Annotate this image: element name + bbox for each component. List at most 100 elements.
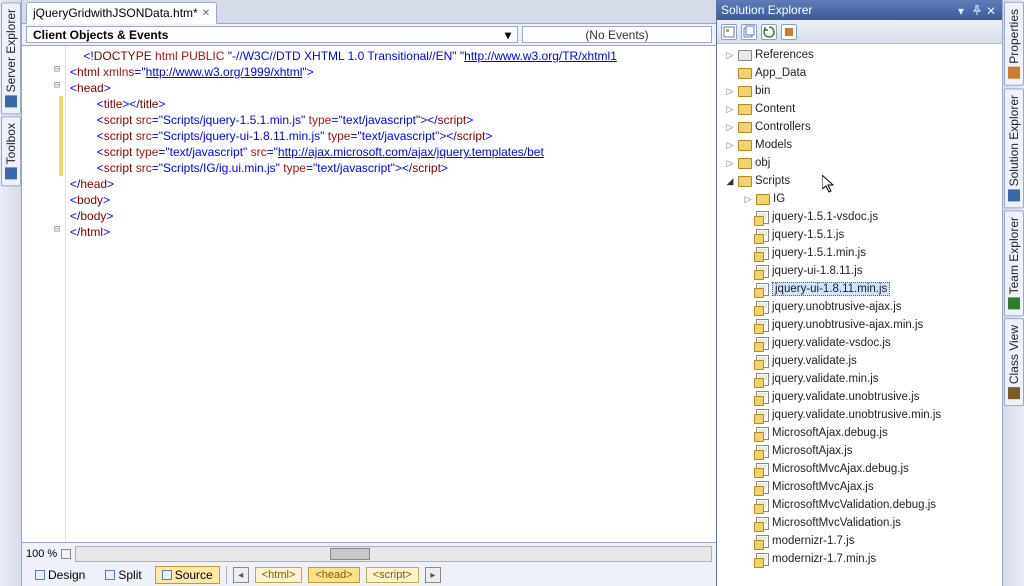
tree-file-item[interactable]: jquery.validate.unobtrusive.js	[717, 388, 1002, 406]
scrollbar-thumb[interactable]	[330, 548, 370, 560]
toolbox-icon	[5, 168, 17, 180]
tree-file-item[interactable]: MicrosoftMvcAjax.debug.js	[717, 460, 1002, 478]
team-explorer-tab[interactable]: Team Explorer	[1004, 210, 1024, 316]
tree-file-item[interactable]: jquery-ui-1.8.11.js	[717, 262, 1002, 280]
objects-dropdown[interactable]: Client Objects & Events▾	[26, 26, 518, 43]
document-tab[interactable]: jQueryGridwithJSONData.htm* ✕	[26, 2, 217, 24]
tree-item-label: Scripts	[755, 175, 790, 187]
horizontal-scrollbar[interactable]	[75, 546, 712, 562]
panel-menu-icon[interactable]: ▾	[958, 4, 970, 16]
tree-file-item[interactable]: jquery.unobtrusive-ajax.min.js	[717, 316, 1002, 334]
zoom-level[interactable]: 100 %	[26, 548, 57, 560]
folder-icon	[738, 86, 752, 97]
tree-file-item[interactable]: jquery-1.5.1.min.js	[717, 244, 1002, 262]
tree-item-label: MicrosoftMvcValidation.js	[772, 517, 901, 529]
tree-file-item[interactable]: jquery.validate.js	[717, 352, 1002, 370]
view-code-button[interactable]	[781, 24, 797, 40]
tree-file-item[interactable]: jquery.unobtrusive-ajax.js	[717, 298, 1002, 316]
solution-explorer-panel: Solution Explorer ▾ ✕ ▷ReferencesApp_Dat…	[716, 0, 1002, 586]
js-file-icon	[756, 409, 769, 422]
tree-file-item[interactable]: modernizr-1.7.min.js	[717, 550, 1002, 568]
tree-file-item[interactable]: jquery-1.5.1.js	[717, 226, 1002, 244]
divider	[226, 566, 227, 584]
breadcrumb-html[interactable]: <html>	[255, 567, 303, 583]
design-view-button[interactable]: Design	[28, 566, 92, 584]
expand-arrow-icon[interactable]: ▷	[743, 194, 753, 205]
expand-arrow-icon[interactable]: ▷	[725, 158, 735, 169]
breadcrumb-script[interactable]: <script>	[366, 567, 419, 583]
tree-folder-item[interactable]: ▷Controllers	[717, 118, 1002, 136]
tree-folder-item[interactable]: App_Data	[717, 64, 1002, 82]
expand-arrow-icon[interactable]: ▷	[725, 104, 735, 115]
expand-arrow-icon[interactable]: ▷	[725, 86, 735, 97]
js-file-icon	[756, 301, 769, 314]
split-label: Split	[118, 568, 141, 582]
code-editor[interactable]: ⊟ ⊟ ⊟ <!DOCTYPE html PUBLIC "-//W3C//DTD X…	[22, 46, 716, 542]
pin-icon[interactable]	[972, 4, 984, 16]
folder-icon	[738, 158, 752, 169]
tree-file-item[interactable]: MicrosoftMvcValidation.debug.js	[717, 496, 1002, 514]
expand-arrow-icon[interactable]: ▷	[725, 140, 735, 151]
outline-toggle[interactable]: ⊟	[54, 80, 60, 91]
properties-tab[interactable]: Properties	[1004, 2, 1024, 86]
close-icon[interactable]: ✕	[202, 8, 210, 19]
tree-item-label: jquery.validate.unobtrusive.js	[772, 391, 919, 403]
tree-item-label: jquery.unobtrusive-ajax.js	[772, 301, 902, 313]
tree-item-label: jquery.validate.js	[772, 355, 857, 367]
tree-file-item[interactable]: MicrosoftMvcValidation.js	[717, 514, 1002, 532]
solution-tree[interactable]: ▷ReferencesApp_Data ▷ bin ▷Content▷Controll…	[717, 44, 1002, 586]
js-file-icon	[756, 247, 769, 260]
source-icon	[162, 570, 172, 580]
tree-item-label: jquery.unobtrusive-ajax.min.js	[772, 319, 923, 331]
tree-folder-item[interactable]: ▷ bin	[717, 82, 1002, 100]
tree-file-item[interactable]: jquery-ui-1.8.11.min.js	[717, 280, 1002, 298]
breadcrumb-head[interactable]: <head>	[308, 567, 359, 583]
tree-file-item[interactable]: jquery.validate-vsdoc.js	[717, 334, 1002, 352]
folder-icon	[738, 122, 752, 133]
js-file-icon	[756, 355, 769, 368]
tree-folder-item[interactable]: ▷obj	[717, 154, 1002, 172]
tree-file-item[interactable]: MicrosoftMvcAjax.js	[717, 478, 1002, 496]
tree-file-item[interactable]: jquery.validate.unobtrusive.min.js	[717, 406, 1002, 424]
zoom-dropdown-button[interactable]	[61, 549, 71, 559]
outline-toggle[interactable]: ⊟	[54, 224, 60, 235]
server-explorer-label: Server Explorer	[4, 9, 18, 92]
tree-folder-item[interactable]: ◢ Scripts	[717, 172, 1002, 190]
refresh-button[interactable]	[761, 24, 777, 40]
tree-item-label: jquery.validate.unobtrusive.min.js	[772, 409, 941, 421]
show-all-files-button[interactable]	[741, 24, 757, 40]
tree-file-item[interactable]: MicrosoftAjax.debug.js	[717, 424, 1002, 442]
properties-button[interactable]	[721, 24, 737, 40]
tree-folder-item[interactable]: ▷IG	[717, 190, 1002, 208]
tree-item-label: jquery.validate.min.js	[772, 373, 879, 385]
references-icon	[738, 50, 752, 61]
tree-file-item[interactable]: MicrosoftAjax.js	[717, 442, 1002, 460]
code-text[interactable]: <!DOCTYPE html PUBLIC "-//W3C//DTD XHTML…	[66, 46, 716, 542]
tree-folder-item[interactable]: ▷References	[717, 46, 1002, 64]
tree-file-item[interactable]: modernizr-1.7.js	[717, 532, 1002, 550]
toolbox-tab[interactable]: Toolbox	[1, 116, 21, 186]
tree-folder-item[interactable]: ▷Models	[717, 136, 1002, 154]
nav-forward-button[interactable]: ▸	[425, 567, 441, 583]
expand-arrow-icon[interactable]: ▷	[725, 122, 735, 133]
split-view-button[interactable]: Split	[98, 566, 148, 584]
js-file-icon	[756, 211, 769, 224]
js-file-icon	[756, 463, 769, 476]
close-panel-icon[interactable]: ✕	[986, 4, 998, 16]
server-explorer-tab[interactable]: Server Explorer	[1, 2, 21, 114]
expand-arrow-icon[interactable]: ▷	[725, 50, 735, 61]
tree-file-item[interactable]: jquery-1.5.1-vsdoc.js	[717, 208, 1002, 226]
tree-folder-item[interactable]: ▷Content	[717, 100, 1002, 118]
panel-titlebar[interactable]: Solution Explorer ▾ ✕	[717, 0, 1002, 20]
source-view-button[interactable]: Source	[155, 566, 220, 584]
outline-toggle[interactable]: ⊟	[54, 64, 60, 75]
events-dropdown[interactable]: (No Events)	[522, 26, 712, 43]
nav-back-button[interactable]: ◂	[233, 567, 249, 583]
tree-item-label: jquery-1.5.1.min.js	[772, 247, 866, 259]
solution-explorer-tab[interactable]: Solution Explorer	[1004, 88, 1024, 208]
tree-file-item[interactable]: jquery.validate.min.js	[717, 370, 1002, 388]
tree-item-label: bin	[755, 85, 770, 97]
class-view-tab[interactable]: Class View	[1004, 318, 1024, 406]
expand-arrow-icon[interactable]: ◢	[725, 176, 735, 187]
js-file-icon	[756, 517, 769, 530]
